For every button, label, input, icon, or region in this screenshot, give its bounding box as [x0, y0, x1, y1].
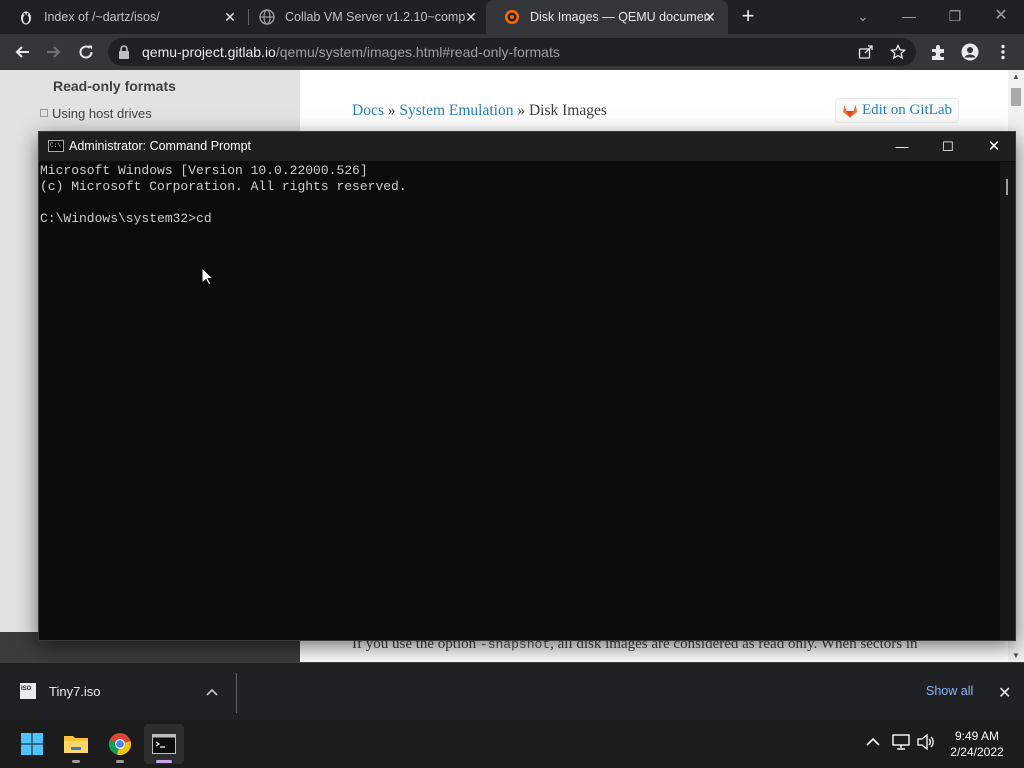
tab-search-icon[interactable]: ⌄ [848, 4, 878, 28]
tab-title: Disk Images — QEMU documenta [530, 10, 710, 24]
iso-file-icon: ISO [20, 683, 36, 699]
breadcrumb-separator: » [383, 102, 400, 119]
url-path: /qemu/system/images.html#read-only-forma… [275, 44, 560, 60]
breadcrumb: Docs » System Emulation » Disk Images [352, 102, 607, 120]
menu-icon[interactable] [994, 43, 1012, 61]
scroll-thumb[interactable] [1011, 88, 1021, 106]
globe-icon [259, 9, 275, 25]
file-type-label: ISO [21, 686, 32, 692]
cmd-scrollbar[interactable] [1000, 162, 1015, 640]
sidebar-section-title[interactable]: Read-only formats [53, 78, 176, 94]
back-icon[interactable] [10, 40, 34, 64]
windows-taskbar: 9:49 AM 2/24/2022 [0, 720, 1024, 768]
bookmark-star-icon[interactable] [889, 43, 907, 60]
download-item[interactable]: ISO Tiny7.iso [20, 683, 101, 699]
new-tab-icon[interactable]: + [738, 5, 758, 27]
close-window-icon[interactable]: ✕ [986, 4, 1016, 28]
close-tab-icon[interactable]: ✕ [702, 9, 718, 25]
qemu-icon [504, 9, 520, 25]
command-prompt-window[interactable]: C:\ Administrator: Command Prompt — ☐ ✕ … [38, 131, 1016, 641]
tab-collabvm[interactable]: Collab VM Server v1.2.10~compu ✕ [241, 0, 489, 34]
breadcrumb-separator: » [513, 102, 529, 119]
scroll-down-icon[interactable]: ▼ [1008, 651, 1024, 660]
browser-toolbar: qemu-project.gitlab.io/qemu/system/image… [0, 34, 1024, 70]
cmd-scroll-thumb[interactable] [1006, 179, 1008, 195]
url-text[interactable]: qemu-project.gitlab.io/qemu/system/image… [142, 44, 560, 60]
profile-icon[interactable] [961, 43, 979, 61]
restore-icon[interactable]: ❐ [940, 4, 970, 28]
forward-icon[interactable] [42, 40, 66, 64]
clock-date: 2/24/2022 [950, 745, 1004, 759]
gitlab-icon [843, 105, 857, 118]
terminal-icon [152, 734, 176, 754]
share-icon[interactable] [858, 44, 874, 60]
clock-time: 9:49 AM [954, 729, 1000, 743]
cmd-minimize-icon[interactable]: — [879, 132, 925, 161]
content-header: Docs » System Emulation » Disk Images Ed… [300, 70, 1008, 130]
reload-icon[interactable] [74, 40, 98, 64]
taskbar-command-prompt[interactable] [144, 724, 184, 764]
minimize-icon[interactable]: — [894, 4, 924, 28]
close-tab-icon[interactable]: ✕ [222, 9, 238, 25]
sidebar-item-host-drives[interactable]: Using host drives [40, 106, 152, 121]
windows-logo-icon [21, 733, 43, 755]
edit-on-gitlab-link[interactable]: Edit on GitLab [835, 98, 959, 123]
chevron-up-icon[interactable] [206, 685, 218, 699]
tab-index-isos[interactable]: Index of /~dartz/isos/ ✕ [0, 0, 248, 34]
scroll-up-icon[interactable]: ▲ [1008, 72, 1024, 81]
breadcrumb-docs[interactable]: Docs [352, 102, 384, 119]
running-indicator [116, 760, 124, 763]
chrome-icon [108, 733, 131, 755]
cmd-close-icon[interactable]: ✕ [971, 132, 1017, 161]
tab-title: Index of /~dartz/isos/ [44, 10, 160, 24]
network-icon[interactable] [892, 734, 910, 753]
mouse-pointer-icon [201, 266, 215, 291]
sidebar-item-label: Using host drives [52, 106, 152, 121]
folder-icon [64, 736, 88, 753]
downloads-bar: ISO Tiny7.iso Show all ✕ [0, 662, 1024, 720]
tux-icon [18, 9, 34, 25]
taskbar-chrome[interactable] [100, 724, 140, 764]
url-host: qemu-project.gitlab.io [142, 44, 276, 60]
breadcrumb-system-emulation[interactable]: System Emulation [399, 102, 513, 119]
taskbar-file-explorer[interactable] [56, 724, 96, 764]
volume-icon[interactable] [917, 733, 935, 753]
close-downloads-icon[interactable]: ✕ [998, 683, 1011, 703]
expand-icon[interactable] [40, 109, 48, 117]
extensions-icon[interactable] [929, 43, 947, 61]
system-clock[interactable]: 9:49 AM 2/24/2022 [944, 728, 1010, 760]
tab-disk-images[interactable]: Disk Images — QEMU documenta ✕ [486, 0, 728, 34]
lock-icon[interactable] [118, 45, 130, 64]
download-filename: Tiny7.iso [49, 683, 101, 699]
address-bar[interactable]: qemu-project.gitlab.io/qemu/system/image… [108, 38, 916, 66]
edit-label: Edit on GitLab [862, 102, 952, 118]
running-indicator [156, 760, 172, 763]
show-hidden-icons-chevron-icon[interactable] [866, 735, 880, 750]
cmd-console-output[interactable]: Microsoft Windows [Version 10.0.22000.52… [39, 162, 1001, 640]
start-button[interactable] [12, 724, 52, 764]
browser-tab-strip: Index of /~dartz/isos/ ✕ Collab VM Serve… [0, 0, 1024, 34]
cmd-title: Administrator: Command Prompt [69, 139, 252, 153]
divider [236, 673, 237, 713]
tab-title: Collab VM Server v1.2.10~compu [285, 10, 465, 24]
cmd-title-bar[interactable]: C:\ Administrator: Command Prompt — ☐ ✕ [39, 132, 1015, 161]
cmd-icon: C:\ [48, 140, 64, 152]
close-tab-icon[interactable]: ✕ [463, 9, 479, 25]
cmd-maximize-icon[interactable]: ☐ [925, 132, 971, 161]
show-all-button[interactable]: Show all [926, 684, 973, 698]
running-indicator [72, 760, 80, 763]
breadcrumb-current: Disk Images [528, 102, 607, 119]
